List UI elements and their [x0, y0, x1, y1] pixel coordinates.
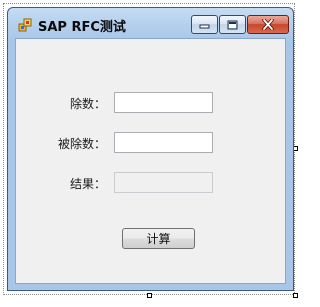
result-label: 结果：	[69, 177, 106, 191]
maximize-icon	[227, 20, 238, 29]
form-window: SAP RFC测试 除数： 被除数： 结果： 计算	[7, 7, 294, 291]
title-bar[interactable]: SAP RFC测试	[8, 8, 293, 38]
close-icon	[262, 19, 274, 30]
minimize-icon	[199, 24, 210, 29]
close-button[interactable]	[247, 15, 289, 34]
dividend-input[interactable]	[114, 132, 213, 153]
minimize-button[interactable]	[191, 15, 218, 34]
maximize-button[interactable]	[219, 15, 246, 34]
divisor-input[interactable]	[114, 92, 213, 113]
resize-handle-bottom[interactable]	[147, 293, 152, 298]
result-output	[114, 172, 213, 193]
dividend-label: 被除数：	[57, 137, 106, 151]
divisor-label: 除数：	[69, 97, 106, 111]
form-client-area: 除数： 被除数： 结果： 计算	[15, 38, 286, 284]
resize-handle-bottom-right[interactable]	[293, 293, 298, 298]
calculate-button[interactable]: 计算	[122, 228, 195, 249]
app-icon	[18, 18, 32, 32]
window-title: SAP RFC测试	[38, 20, 126, 35]
